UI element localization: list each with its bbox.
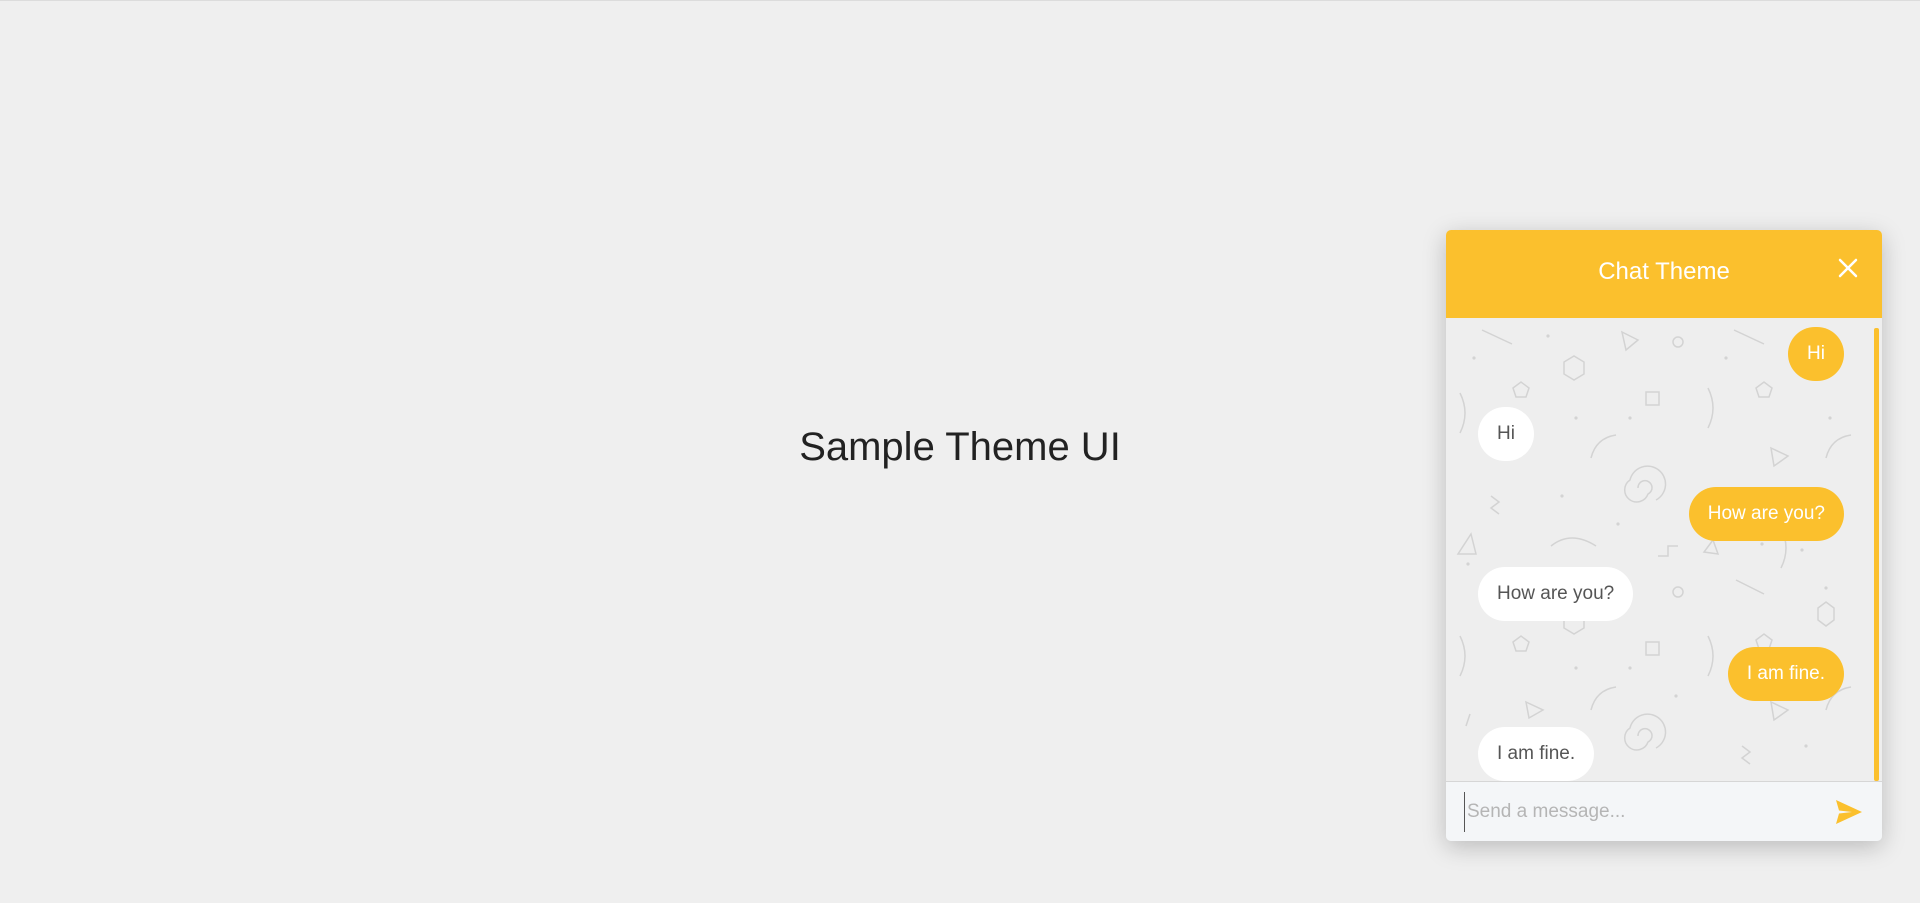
chat-messages-area[interactable]: Hi Hi How are you? How are you? I am fin… xyxy=(1446,318,1882,781)
chat-message-outgoing: Hi xyxy=(1788,327,1844,381)
send-button[interactable] xyxy=(1834,798,1864,826)
chat-message-outgoing: I am fine. xyxy=(1727,647,1844,701)
chat-message-outgoing: How are you? xyxy=(1688,487,1844,541)
page: Sample Theme UI Chat Theme Hi Hi How are… xyxy=(0,0,1920,903)
chat-message-incoming: I am fine. xyxy=(1478,727,1595,781)
close-icon xyxy=(1838,258,1858,278)
message-input[interactable] xyxy=(1464,792,1829,832)
background-pattern xyxy=(1456,329,1852,765)
close-button[interactable] xyxy=(1834,254,1862,282)
send-icon xyxy=(1836,800,1862,824)
chat-header: Chat Theme xyxy=(1446,230,1882,318)
chat-message-incoming: Hi xyxy=(1478,407,1534,461)
chat-footer xyxy=(1446,781,1882,841)
chat-scrollbar[interactable] xyxy=(1874,328,1879,781)
chat-widget: Chat Theme Hi Hi How are you? How are yo… xyxy=(1446,230,1882,841)
page-title: Sample Theme UI xyxy=(799,425,1121,469)
chat-message-incoming: How are you? xyxy=(1478,567,1634,621)
chat-title: Chat Theme xyxy=(1598,258,1730,285)
